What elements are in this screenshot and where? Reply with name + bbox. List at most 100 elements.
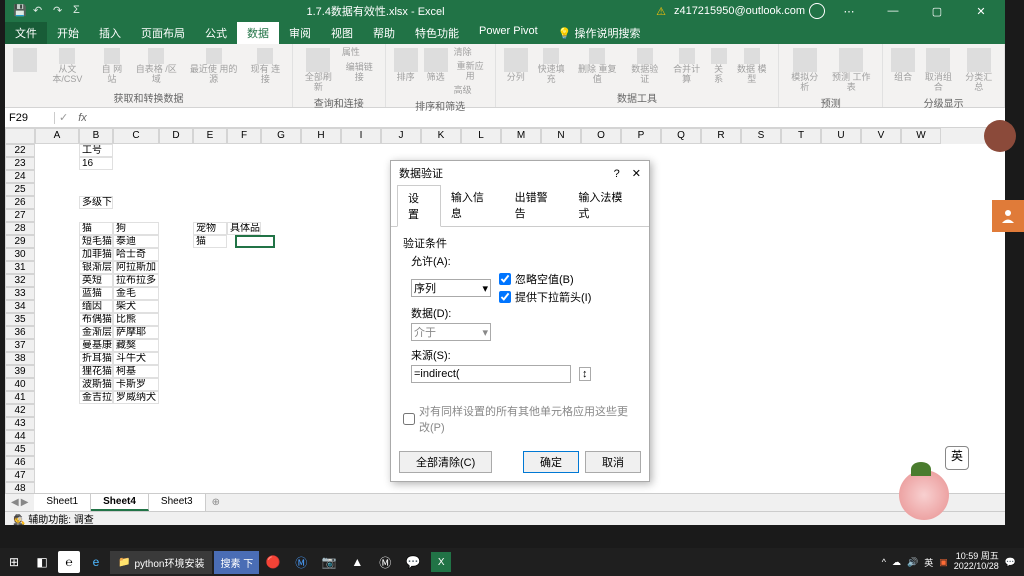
taskbar-app-2[interactable]: Ⓜ <box>287 548 315 576</box>
btn-refresh-all[interactable]: 全部刷新 <box>299 46 338 95</box>
dlg-tab-ime[interactable]: 输入法模式 <box>568 185 643 226</box>
ignore-blank-check[interactable]: 忽略空值(B) <box>499 271 591 287</box>
row-header-22[interactable]: 22 <box>5 144 35 157</box>
btn-advanced[interactable]: 高级 <box>452 84 489 98</box>
tab-powerpivot[interactable]: Power Pivot <box>469 22 548 44</box>
row-header-39[interactable]: 39 <box>5 365 35 378</box>
cell-B41[interactable]: 金吉拉 <box>79 391 113 404</box>
tab-tell-me[interactable]: 💡 操作说明搜索 <box>548 22 651 44</box>
cell-C34[interactable]: 柴犬 <box>113 300 159 313</box>
sheet-tab-3[interactable]: Sheet3 <box>149 494 206 511</box>
btn-recent[interactable]: 最近使 用的源 <box>184 46 242 87</box>
row-header-44[interactable]: 44 <box>5 430 35 443</box>
btn-what-if[interactable]: 模拟分析 <box>785 46 824 95</box>
cell-C31[interactable]: 阿拉斯加 <box>113 261 159 274</box>
cell-C33[interactable]: 金毛 <box>113 287 159 300</box>
cell-B39[interactable]: 狸花猫 <box>79 365 113 378</box>
cell-B33[interactable]: 蓝猫 <box>79 287 113 300</box>
ime-float[interactable]: 英 <box>899 446 969 526</box>
cell-B29[interactable]: 短毛猫 <box>79 235 113 248</box>
cell-C30[interactable]: 哈士奇 <box>113 248 159 261</box>
row-header-33[interactable]: 33 <box>5 287 35 300</box>
row-header-45[interactable]: 45 <box>5 443 35 456</box>
tray-onedrive-icon[interactable]: ☁ <box>892 557 901 568</box>
row-header-23[interactable]: 23 <box>5 157 35 170</box>
cell-B32[interactable]: 英短 <box>79 274 113 287</box>
accessibility-status[interactable]: 🕵 辅助功能: 调查 <box>13 511 94 526</box>
cell-C38[interactable]: 斗牛犬 <box>113 352 159 365</box>
sheet-tab-4[interactable]: Sheet4 <box>91 494 149 511</box>
account-name[interactable]: z417215950@outlook.com <box>674 5 805 17</box>
taskbar-clock[interactable]: 10:59 周五 2022/10/28 <box>954 552 999 572</box>
meeting-avatar[interactable] <box>984 120 1016 152</box>
sheet-tab-1[interactable]: Sheet1 <box>34 494 91 511</box>
btn-clear[interactable]: 清除 <box>452 46 489 60</box>
col-header-Q[interactable]: Q <box>661 128 701 144</box>
autosum-icon[interactable]: Σ <box>73 4 87 18</box>
btn-flash-fill[interactable]: 快速填充 <box>532 46 571 87</box>
col-header-W[interactable]: W <box>901 128 941 144</box>
col-header-H[interactable]: H <box>301 128 341 144</box>
cell-C37[interactable]: 藏獒 <box>113 339 159 352</box>
source-input[interactable] <box>411 365 571 383</box>
btn-remove-dup[interactable]: 删除 重复值 <box>572 46 622 87</box>
taskbar-search[interactable]: 搜素 下 <box>214 551 259 574</box>
allow-select[interactable]: 序列▾ <box>411 279 491 297</box>
cell-B35[interactable]: 布偶猫 <box>79 313 113 326</box>
range-picker-icon[interactable]: ↕ <box>579 367 591 381</box>
row-header-34[interactable]: 34 <box>5 300 35 313</box>
cell-E28[interactable]: 宠物 <box>193 222 227 235</box>
col-header-N[interactable]: N <box>541 128 581 144</box>
row-header-30[interactable]: 30 <box>5 248 35 261</box>
row-header-31[interactable]: 31 <box>5 261 35 274</box>
cell-C41[interactable]: 罗威纳犬 <box>113 391 159 404</box>
btn-reapply[interactable]: 重新应用 <box>452 60 489 84</box>
row-header-46[interactable]: 46 <box>5 456 35 469</box>
row-header-25[interactable]: 25 <box>5 183 35 196</box>
name-box[interactable]: F29 <box>5 112 55 124</box>
minimize-icon[interactable]: — <box>873 0 913 22</box>
dlg-tab-error[interactable]: 出错警告 <box>505 185 569 226</box>
col-header-B[interactable]: B <box>79 128 113 144</box>
fx-cancel-icon[interactable]: ✓ <box>55 111 72 124</box>
btn-existing[interactable]: 现有 连接 <box>245 46 286 87</box>
cell-F28[interactable]: 具体品种 <box>227 222 261 235</box>
cancel-button[interactable]: 取消 <box>585 451 641 473</box>
dlg-tab-input[interactable]: 输入信息 <box>441 185 505 226</box>
btn-text-columns[interactable]: 分列 <box>502 46 530 85</box>
btn-relationships[interactable]: 关系 <box>708 46 729 87</box>
btn-properties[interactable]: 属性 <box>340 46 379 60</box>
cell-B28[interactable]: 猫 <box>79 222 113 235</box>
cell-C28[interactable]: 狗 <box>113 222 159 235</box>
col-header-L[interactable]: L <box>461 128 501 144</box>
tray-app-icon[interactable]: ▣ <box>939 557 948 568</box>
tab-layout[interactable]: 页面布局 <box>131 22 195 44</box>
col-header-U[interactable]: U <box>821 128 861 144</box>
row-header-43[interactable]: 43 <box>5 417 35 430</box>
col-header-I[interactable]: I <box>341 128 381 144</box>
btn-data-validation[interactable]: 数据验 证 <box>624 46 665 87</box>
tab-insert[interactable]: 插入 <box>89 22 131 44</box>
btn-from-csv[interactable]: 从文 本/CSV <box>41 46 94 87</box>
select-all-corner[interactable] <box>5 128 35 144</box>
tab-home[interactable]: 开始 <box>47 22 89 44</box>
col-header-A[interactable]: A <box>35 128 79 144</box>
cell-B23[interactable]: 16 <box>79 157 113 170</box>
start-button[interactable]: ⊞ <box>0 548 28 576</box>
btn-from-web[interactable]: 自 网站 <box>96 46 128 87</box>
btn-from-table[interactable]: 自表格 /区域 <box>130 46 182 87</box>
close-icon[interactable]: ✕ <box>961 0 1001 22</box>
cell-B30[interactable]: 加菲猫 <box>79 248 113 261</box>
col-header-D[interactable]: D <box>159 128 193 144</box>
tab-review[interactable]: 审阅 <box>279 22 321 44</box>
tab-help[interactable]: 帮助 <box>363 22 405 44</box>
fx-icon[interactable]: fx <box>72 112 93 124</box>
tab-data[interactable]: 数据 <box>237 22 279 44</box>
wechat-icon[interactable]: 💬 <box>399 548 427 576</box>
taskbar-app-1[interactable]: 🔴 <box>259 548 287 576</box>
taskbar-app-4[interactable]: ▲ <box>343 548 371 576</box>
notification-icon[interactable]: 💬 <box>1005 557 1016 568</box>
taskbar-app-3[interactable]: 📷 <box>315 548 343 576</box>
cell-C40[interactable]: 卡斯罗 <box>113 378 159 391</box>
col-header-M[interactable]: M <box>501 128 541 144</box>
